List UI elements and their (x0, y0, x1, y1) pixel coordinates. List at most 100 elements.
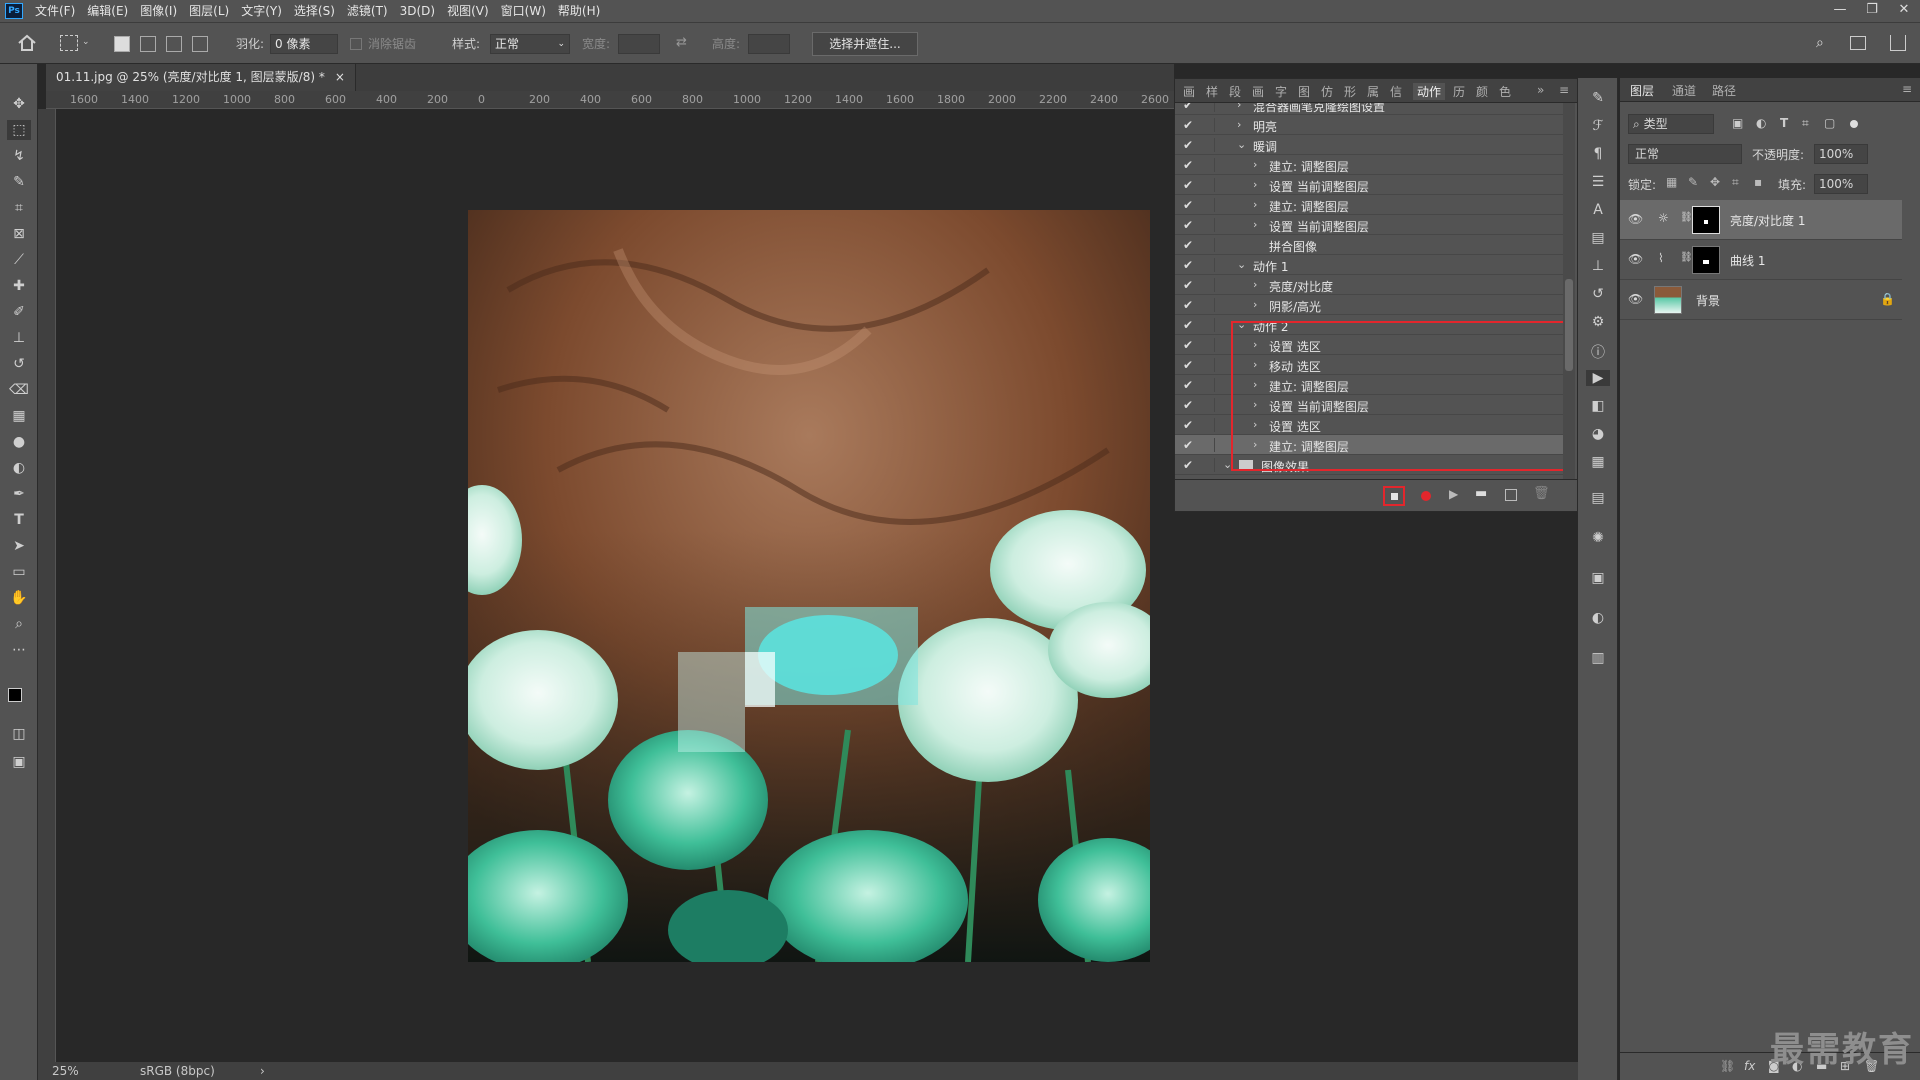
menu-3d[interactable]: 3D(D) (394, 0, 441, 22)
action-enabled-check-icon[interactable]: ✔ (1183, 298, 1193, 312)
dialog-toggle-box[interactable] (1201, 138, 1215, 152)
chevron-down-icon[interactable]: ⌄ (82, 37, 90, 47)
table-icon[interactable]: ▦ (1586, 454, 1610, 470)
menu-view[interactable]: 视图(V) (441, 0, 495, 22)
dialog-toggle-box[interactable] (1201, 258, 1215, 272)
menu-edit[interactable]: 编辑(E) (81, 0, 134, 22)
sun-icon[interactable]: ✺ (1586, 530, 1610, 546)
menu-type[interactable]: 文字(Y) (235, 0, 288, 22)
menu-image[interactable]: 图像(I) (134, 0, 183, 22)
expand-right-icon[interactable]: › (1253, 398, 1257, 411)
expand-down-icon[interactable]: ⌄ (1237, 138, 1246, 151)
action-row[interactable]: ✔ 拼合图像 (1175, 235, 1563, 255)
layer-row[interactable]: 👁 背景 🔒 (1620, 280, 1902, 320)
stamp-tool-icon[interactable]: ⊥ (7, 328, 31, 348)
expand-right-icon[interactable]: › (1253, 218, 1257, 231)
action-row[interactable]: ✔ › 建立: 调整图层 (1175, 435, 1563, 455)
marquee-rect-icon[interactable] (60, 35, 78, 51)
layer-name[interactable]: 曲线 1 (1730, 252, 1765, 269)
swatches-icon[interactable]: ◧ (1586, 398, 1610, 414)
color-icon[interactable]: ◕ (1586, 426, 1610, 442)
layer-row[interactable]: 👁 ⌇ ⛓ 曲线 1 (1620, 240, 1902, 280)
intersect-selection-icon[interactable] (192, 36, 208, 52)
gradient-tool-icon[interactable]: ▦ (7, 406, 31, 426)
type-tool-icon[interactable]: T (7, 510, 31, 530)
swap-icon[interactable]: ⇄ (676, 35, 687, 50)
dialog-toggle-box[interactable] (1201, 178, 1215, 192)
panel-tab[interactable]: 画 (1252, 83, 1264, 100)
select-and-mask-button[interactable]: 选择并遮住... (812, 32, 918, 56)
actions-scrollbar[interactable] (1563, 103, 1575, 479)
dialog-toggle-box[interactable] (1201, 358, 1215, 372)
action-row[interactable]: ✔ ⌄ 暖调 (1175, 135, 1563, 155)
filter-toggle-icon[interactable] (1850, 120, 1858, 128)
action-row[interactable]: ✔ › 建立: 调整图层 (1175, 155, 1563, 175)
panel-tab[interactable]: 历 (1453, 83, 1465, 100)
action-enabled-check-icon[interactable]: ✔ (1183, 258, 1193, 272)
fx-icon[interactable]: fx (1744, 1059, 1755, 1073)
dodge-tool-icon[interactable]: ◐ (7, 458, 31, 478)
action-row[interactable]: ✔ ⌄ 图像效果 (1175, 455, 1563, 475)
action-enabled-check-icon[interactable]: ✔ (1183, 118, 1193, 132)
trash-icon[interactable]: 🗑 (1533, 486, 1550, 501)
fill-input[interactable]: 100% (1814, 174, 1868, 194)
layer-name[interactable]: 背景 (1696, 292, 1720, 309)
path-select-tool-icon[interactable]: ➤ (7, 536, 31, 556)
width-input[interactable] (618, 34, 660, 54)
menu-layer[interactable]: 图层(L) (183, 0, 235, 22)
action-enabled-check-icon[interactable]: ✔ (1183, 418, 1193, 432)
menu-file[interactable]: 文件(F) (29, 0, 81, 22)
panel-tab[interactable]: 属 (1367, 83, 1379, 100)
action-row[interactable]: ✔ › 设置 当前调整图层 (1175, 215, 1563, 235)
action-enabled-check-icon[interactable]: ✔ (1183, 458, 1193, 472)
character-styles-icon[interactable]: ℱ (1586, 118, 1610, 134)
visibility-eye-icon[interactable]: 👁 (1628, 292, 1643, 306)
panel-tab[interactable]: 字 (1275, 83, 1287, 100)
action-enabled-check-icon[interactable]: ✔ (1183, 103, 1193, 112)
dialog-toggle-box[interactable] (1201, 438, 1215, 452)
dialog-toggle-box[interactable] (1201, 158, 1215, 172)
eraser-tool-icon[interactable]: ⌫ (7, 380, 31, 400)
new-action-icon[interactable] (1505, 489, 1517, 501)
lock-pixels-icon[interactable]: ✎ (1688, 175, 1698, 189)
antialias-checkbox[interactable] (350, 38, 362, 50)
clone-source-icon[interactable]: ⊥ (1586, 258, 1610, 274)
panel-tab[interactable]: 色 (1499, 83, 1511, 100)
expand-right-icon[interactable]: › (1253, 358, 1257, 371)
lock-position-icon[interactable]: ✥ (1710, 175, 1720, 189)
lock-all-icon[interactable]: ▪ (1754, 175, 1762, 189)
history-icon[interactable]: ↺ (1586, 286, 1610, 302)
move-tool-icon[interactable]: ✥ (7, 94, 31, 114)
action-row[interactable]: ✔ › 阴影/高光 (1175, 295, 1563, 315)
dialog-toggle-box[interactable] (1201, 198, 1215, 212)
zoom-level[interactable]: 25% (52, 1064, 79, 1078)
action-enabled-check-icon[interactable]: ✔ (1183, 138, 1193, 152)
expand-right-icon[interactable]: › (1253, 198, 1257, 211)
share-icon[interactable] (1890, 35, 1906, 51)
dialog-toggle-box[interactable] (1201, 378, 1215, 392)
panel-menu-icon[interactable]: ≡ (1559, 83, 1569, 97)
expand-down-icon[interactable]: ⌄ (1237, 258, 1246, 271)
layer-thumbnail[interactable] (1654, 286, 1682, 314)
link-icon[interactable]: ⛓ (1680, 252, 1693, 263)
close-tab-icon[interactable]: × (335, 64, 345, 91)
expand-panels-icon[interactable]: » (1537, 83, 1544, 97)
action-row[interactable]: ✔ › 移动 选区 (1175, 355, 1563, 375)
action-row[interactable]: ✔ › 建立: 调整图层 (1175, 195, 1563, 215)
brush-tool-icon[interactable]: ✐ (7, 302, 31, 322)
expand-right-icon[interactable]: › (1253, 278, 1257, 291)
home-icon[interactable] (16, 32, 38, 54)
filter-smart-icon[interactable]: ▢ (1824, 116, 1835, 130)
action-row[interactable]: ✔ › 设置 当前调整图层 (1175, 175, 1563, 195)
action-enabled-check-icon[interactable]: ✔ (1183, 338, 1193, 352)
expand-right-icon[interactable]: › (1253, 338, 1257, 351)
eyedropper-tool-icon[interactable]: ⟋ (7, 250, 31, 270)
panel-tab[interactable]: 颜 (1476, 83, 1488, 100)
layer-row[interactable]: 👁 ☼ ⛓ 亮度/对比度 1 (1620, 200, 1902, 240)
visibility-eye-icon[interactable]: 👁 (1628, 252, 1643, 266)
layer-mask-thumbnail[interactable] (1692, 206, 1720, 234)
action-row[interactable]: ✔ ⌄ 动作 2 (1175, 315, 1563, 335)
zoom-tool-icon[interactable]: ⌕ (7, 614, 31, 634)
actions-play-icon[interactable]: ▶ (1586, 370, 1610, 386)
expand-right-icon[interactable]: › (1253, 378, 1257, 391)
